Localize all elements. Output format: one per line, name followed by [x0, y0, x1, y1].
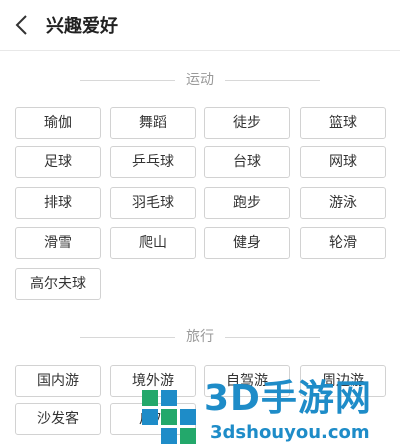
section-label: 旅行 — [186, 329, 214, 345]
page-title: 兴趣爱好 — [46, 16, 118, 37]
tag-swimming[interactable]: 游泳 — [300, 187, 386, 219]
section-title-sports: 运动 — [0, 70, 400, 90]
back-button[interactable] — [10, 10, 36, 40]
tag-yoga[interactable]: 瑜伽 — [15, 107, 101, 139]
tag-fitness[interactable]: 健身 — [204, 227, 290, 259]
tag-volleyball[interactable]: 排球 — [15, 187, 101, 219]
tag-hiking[interactable]: 徒步 — [204, 107, 290, 139]
watermark-brand: 3D手游网 — [204, 378, 372, 419]
divider-right — [225, 337, 320, 338]
watermark-logo — [142, 390, 196, 444]
app-header: 兴趣爱好 — [0, 0, 400, 50]
tag-billiards[interactable]: 台球 — [204, 146, 290, 178]
tag-golf[interactable]: 高尔夫球 — [15, 268, 101, 300]
tag-football[interactable]: 足球 — [15, 146, 101, 178]
tag-skating[interactable]: 轮滑 — [300, 227, 386, 259]
section-label: 运动 — [186, 72, 214, 88]
tag-table-tennis[interactable]: 乒乓球 — [110, 146, 196, 178]
tag-basketball[interactable]: 篮球 — [300, 107, 386, 139]
tag-domestic-travel[interactable]: 国内游 — [15, 365, 101, 397]
section-title-travel: 旅行 — [0, 327, 400, 347]
header-divider — [0, 50, 400, 51]
tag-dance[interactable]: 舞蹈 — [110, 107, 196, 139]
chevron-left-icon — [15, 15, 27, 35]
tag-tennis[interactable]: 网球 — [300, 146, 386, 178]
divider-right — [225, 80, 320, 81]
tag-running[interactable]: 跑步 — [204, 187, 290, 219]
tag-climbing[interactable]: 爬山 — [110, 227, 196, 259]
watermark-domain: 3dshouyou.com — [210, 422, 370, 443]
tag-couchsurfing[interactable]: 沙发客 — [15, 403, 101, 435]
tag-badminton[interactable]: 羽毛球 — [110, 187, 196, 219]
tag-skiing[interactable]: 滑雪 — [15, 227, 101, 259]
